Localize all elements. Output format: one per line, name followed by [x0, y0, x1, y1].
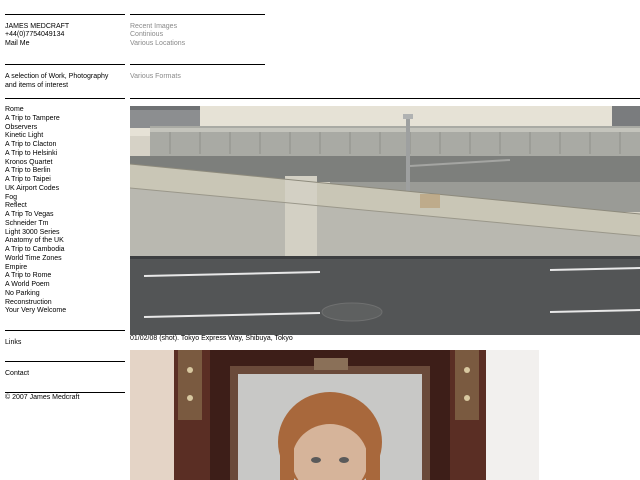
- divider: [5, 361, 125, 362]
- nav-item[interactable]: A Trip To Vegas: [5, 211, 66, 220]
- nav-item[interactable]: Reflect: [5, 202, 66, 211]
- tagline-line-1: A selection of Work, Photography: [5, 73, 109, 80]
- divider: [130, 64, 265, 65]
- nav-item[interactable]: Fog: [5, 194, 66, 203]
- phone-number: +44(0)7754049134: [5, 31, 65, 38]
- nav-item[interactable]: Your Very Welcome: [5, 307, 66, 316]
- nav-item[interactable]: Schneider Tm: [5, 220, 66, 229]
- nav-item[interactable]: A Trip to Berlin: [5, 167, 66, 176]
- links-link[interactable]: Links: [5, 339, 21, 348]
- divider: [5, 64, 125, 65]
- contact-link[interactable]: Contact: [5, 370, 29, 379]
- nav-item[interactable]: No Parking: [5, 290, 66, 299]
- divider: [5, 392, 125, 393]
- nav-item[interactable]: Rome: [5, 106, 66, 115]
- nav-item[interactable]: A World Poem: [5, 281, 66, 290]
- project-nav: Rome A Trip to Tampere Observers Kinetic…: [5, 106, 66, 316]
- various-formats-link[interactable]: Various Formats: [130, 73, 181, 82]
- nav-item[interactable]: Anatomy of the UK: [5, 237, 66, 246]
- continious-link[interactable]: Continious: [130, 31, 163, 40]
- nav-item[interactable]: Reconstruction: [5, 299, 66, 308]
- tagline-line-2: and items of interest: [5, 82, 69, 89]
- divider: [130, 98, 640, 99]
- nav-item[interactable]: A Trip to Clacton: [5, 141, 66, 150]
- copyright: © 2007 James Medcraft: [5, 394, 80, 401]
- mail-link[interactable]: Mail Me: [5, 40, 30, 49]
- expressway-photo[interactable]: [130, 106, 640, 335]
- divider: [5, 14, 125, 15]
- various-locations-link[interactable]: Various Locations: [130, 40, 185, 49]
- nav-item[interactable]: UK Airport Codes: [5, 185, 66, 194]
- divider: [5, 98, 125, 99]
- nav-item[interactable]: Observers: [5, 124, 66, 133]
- photo-caption: 01/02/08 (shot). Tokyo Express Way, Shib…: [130, 335, 293, 342]
- portrait-photo[interactable]: [130, 350, 539, 480]
- nav-item[interactable]: Kinetic Light: [5, 132, 66, 141]
- divider: [5, 330, 125, 331]
- nav-item[interactable]: A Trip to Tampere: [5, 115, 66, 124]
- nav-item[interactable]: Light 3000 Series: [5, 229, 66, 238]
- nav-item[interactable]: A Trip to Rome: [5, 272, 66, 281]
- nav-item[interactable]: Empire: [5, 264, 66, 273]
- divider: [130, 14, 265, 15]
- nav-item[interactable]: A Trip to Taipei: [5, 176, 66, 185]
- nav-item[interactable]: Kronos Quartet: [5, 159, 66, 168]
- nav-item[interactable]: A Trip to Cambodia: [5, 246, 66, 255]
- nav-item[interactable]: World Time Zones: [5, 255, 66, 264]
- nav-item[interactable]: A Trip to Helsinki: [5, 150, 66, 159]
